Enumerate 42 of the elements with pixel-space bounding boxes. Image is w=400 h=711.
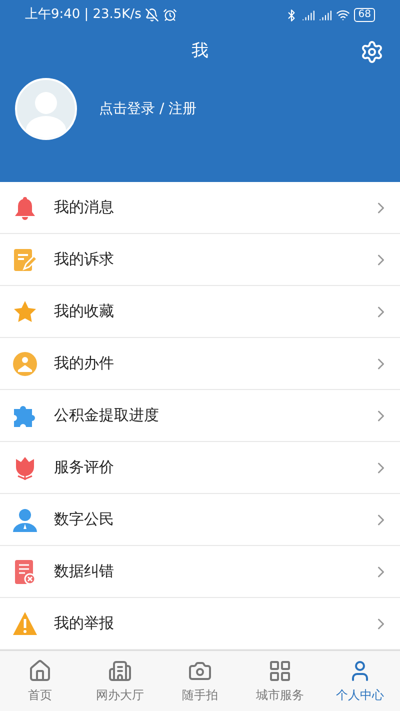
grid-icon bbox=[268, 658, 292, 682]
bell-icon bbox=[12, 194, 38, 220]
login-link[interactable]: 点击登录 / 注册 bbox=[99, 98, 197, 120]
signal-icon bbox=[302, 8, 316, 22]
settings-button[interactable] bbox=[360, 40, 384, 64]
menu-item[interactable]: 我的消息 bbox=[0, 182, 400, 234]
tab[interactable]: 随手拍 bbox=[160, 651, 240, 711]
page-title: 我 bbox=[192, 40, 208, 64]
home-icon bbox=[28, 658, 52, 682]
person-icon bbox=[12, 506, 38, 532]
status-time: 上午9:40 bbox=[25, 6, 80, 24]
menu-item[interactable]: 服务评价 bbox=[0, 442, 400, 494]
warning-icon bbox=[12, 610, 38, 636]
menu-item[interactable]: 我的办件 bbox=[0, 338, 400, 390]
menu-label: 我的诉求 bbox=[54, 249, 115, 270]
menu-item[interactable]: 数字公民 bbox=[0, 494, 400, 546]
wifi-icon bbox=[336, 8, 350, 22]
building-icon bbox=[108, 658, 132, 682]
menu-label: 公积金提取进度 bbox=[54, 405, 160, 426]
tab[interactable]: 首页 bbox=[0, 651, 80, 711]
tab[interactable]: 城市服务 bbox=[240, 651, 320, 711]
menu-label: 我的收藏 bbox=[54, 301, 115, 322]
star-icon bbox=[12, 298, 38, 324]
menu-label: 服务评价 bbox=[54, 457, 115, 478]
battery-indicator: 68 bbox=[354, 8, 375, 22]
menu-label: 我的办件 bbox=[54, 353, 115, 374]
menu-label: 我的消息 bbox=[54, 197, 115, 218]
alarm-icon bbox=[163, 8, 178, 22]
tab[interactable]: 网办大厅 bbox=[80, 651, 160, 711]
bell-off-icon bbox=[145, 8, 160, 22]
menu-item[interactable]: 公积金提取进度 bbox=[0, 390, 400, 442]
menu-label: 我的举报 bbox=[54, 613, 115, 634]
signal-icon bbox=[319, 8, 332, 22]
menu-item[interactable]: 数据纠错 bbox=[0, 546, 400, 598]
menu-item[interactable]: 我的收藏 bbox=[0, 286, 400, 338]
note-pencil-icon bbox=[12, 246, 38, 272]
menu-label: 数字公民 bbox=[54, 509, 115, 530]
avatar bbox=[15, 78, 77, 140]
tab[interactable]: 个人中心 bbox=[320, 651, 400, 711]
network-speed: | 23.5K/s bbox=[84, 6, 142, 24]
menu-label: 数据纠错 bbox=[54, 561, 115, 582]
menu-item[interactable]: 我的诉求 bbox=[0, 234, 400, 286]
